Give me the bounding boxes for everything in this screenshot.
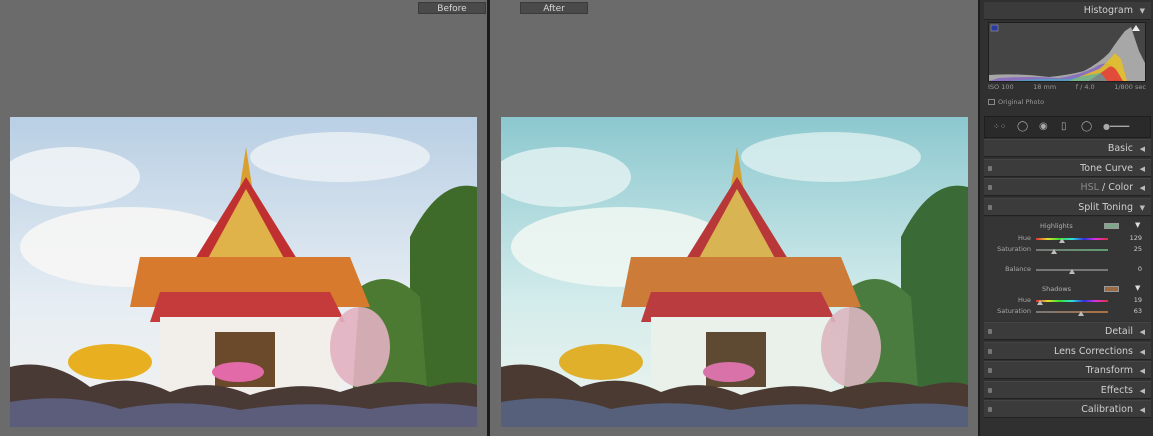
split-toning-body: Highlights ▼ Hue 129 Saturation 25 Balan… [984,217,1151,321]
before-label: Before [418,2,486,14]
collapse-triangle-icon: ▼ [1139,204,1145,212]
shadows-hue-slider[interactable] [1036,300,1108,305]
highlights-saturation-value[interactable]: 25 [1122,245,1142,253]
shutter-value: 1/800 sec [1114,83,1146,91]
radial-filter-icon[interactable]: ◯ [1081,121,1092,132]
before-photo[interactable] [10,117,477,427]
shadows-saturation-slider[interactable] [1036,311,1108,316]
panel-switch-icon[interactable] [988,388,992,393]
temple-photo-before [10,117,477,427]
shadows-saturation-thumb[interactable] [1078,311,1085,316]
lens-corrections-panel-title: Lens Corrections [1053,346,1133,357]
after-label: After [520,2,588,14]
expand-triangle-icon: ◀ [1139,328,1145,336]
split-toning-panel-title: Split Toning [1078,202,1133,213]
panel-switch-icon[interactable] [988,185,992,190]
before-pane: Before [0,0,487,436]
detail-panel-title: Detail [1105,326,1133,337]
highlights-title: Highlights [1040,222,1073,230]
highlights-hue-label: Hue [1017,234,1031,242]
highlights-hue-thumb[interactable] [1058,238,1065,243]
compare-view: Before After [0,0,978,436]
calibration-panel-header[interactable]: Calibration ◀ [984,400,1151,418]
calibration-panel-title: Calibration [1081,404,1133,415]
original-photo-checkbox[interactable] [988,99,995,105]
expand-triangle-icon: ◀ [1139,165,1145,173]
highlights-hue-value[interactable]: 129 [1122,234,1142,242]
transform-panel-title: Transform [1085,365,1133,376]
balance-thumb[interactable] [1069,269,1075,274]
balance-label: Balance [1005,265,1031,273]
shadows-hue-label: Hue [1017,296,1031,304]
color-tab[interactable]: Color [1108,182,1133,193]
collapse-triangle-icon: ▼ [1139,7,1145,15]
highlights-saturation-thumb[interactable] [1051,249,1057,254]
shadow-clipping-indicator[interactable] [990,24,999,32]
red-eye-icon[interactable]: ◉ [1039,121,1048,132]
hsl-color-panel-header[interactable]: HSL / Color ◀ [984,178,1151,196]
expand-triangle-icon: ◀ [1139,184,1145,192]
tool-strip: ⁘⁘ ◯ ◉ ▯ ◯ ●━━━━ [984,116,1151,138]
split-toning-panel-header[interactable]: Split Toning ▼ [984,198,1151,216]
basic-panel-header[interactable]: Basic ◀ [984,139,1151,157]
transform-panel-header[interactable]: Transform ◀ [984,361,1151,379]
iso-value: ISO 100 [988,83,1014,91]
original-photo-label: Original Photo [998,98,1045,106]
expand-triangle-icon: ◀ [1139,145,1145,153]
shadows-color-swatch[interactable] [1104,286,1119,292]
shadows-picker-triangle-icon[interactable]: ▼ [1135,284,1140,292]
detail-panel-header[interactable]: Detail ◀ [984,322,1151,340]
balance-value[interactable]: 0 [1122,265,1142,273]
hsl-tab[interactable]: HSL [1080,182,1098,193]
shadows-hue-thumb[interactable] [1036,300,1043,305]
expand-triangle-icon: ◀ [1139,387,1145,395]
highlights-hue-slider[interactable] [1036,238,1108,243]
exif-info: ISO 100 18 mm f / 4.0 1/800 sec [988,83,1146,91]
panel-switch-icon[interactable] [988,349,992,354]
histogram-header[interactable]: Histogram ▼ [984,2,1151,20]
after-photo[interactable] [501,117,968,427]
panel-switch-icon[interactable] [988,205,992,210]
tone-curve-panel-header[interactable]: Tone Curve ◀ [984,159,1151,177]
histogram-title: Histogram [1083,5,1133,16]
basic-panel-title: Basic [1107,143,1133,154]
adjustment-brush-icon[interactable]: ●━━━━ [1103,122,1129,131]
shadows-saturation-value[interactable]: 63 [1122,307,1142,315]
lens-corrections-panel-header[interactable]: Lens Corrections ◀ [984,342,1151,360]
spot-removal-icon[interactable]: ◯ [1017,121,1028,132]
histogram-graph[interactable] [988,22,1146,82]
tone-curve-panel-title: Tone Curve [1080,163,1133,174]
after-pane: After [490,0,978,436]
histogram-curves [989,24,1145,81]
shadows-hue-value[interactable]: 19 [1122,296,1142,304]
expand-triangle-icon: ◀ [1139,406,1145,414]
panel-switch-icon[interactable] [988,329,992,334]
expand-triangle-icon: ◀ [1139,367,1145,375]
shadows-title: Shadows [1042,285,1072,293]
panel-switch-icon[interactable] [988,368,992,373]
highlight-clipping-indicator[interactable] [1132,25,1140,31]
highlights-picker-triangle-icon[interactable]: ▼ [1135,221,1140,229]
original-photo-toggle[interactable]: Original Photo [988,98,1044,106]
aperture-value: f / 4.0 [1075,83,1095,91]
balance-slider[interactable] [1036,269,1108,274]
develop-right-panel: Histogram ▼ ISO 100 18 mm f / 4.0 1/800 … [978,0,1153,436]
panel-switch-icon[interactable] [988,166,992,171]
effects-panel-title: Effects [1100,385,1133,396]
panel-switch-icon[interactable] [988,407,992,412]
crop-overlay-icon[interactable]: ⁘⁘ [993,122,1006,131]
graduated-filter-icon[interactable]: ▯ [1061,121,1067,132]
effects-panel-header[interactable]: Effects ◀ [984,381,1151,399]
highlights-saturation-label: Saturation [997,245,1031,253]
shadows-saturation-label: Saturation [997,307,1031,315]
highlights-saturation-slider[interactable] [1036,249,1108,254]
highlights-color-swatch[interactable] [1104,223,1119,229]
temple-photo-after [501,117,968,427]
focal-length-value: 18 mm [1033,83,1057,91]
expand-triangle-icon: ◀ [1139,348,1145,356]
